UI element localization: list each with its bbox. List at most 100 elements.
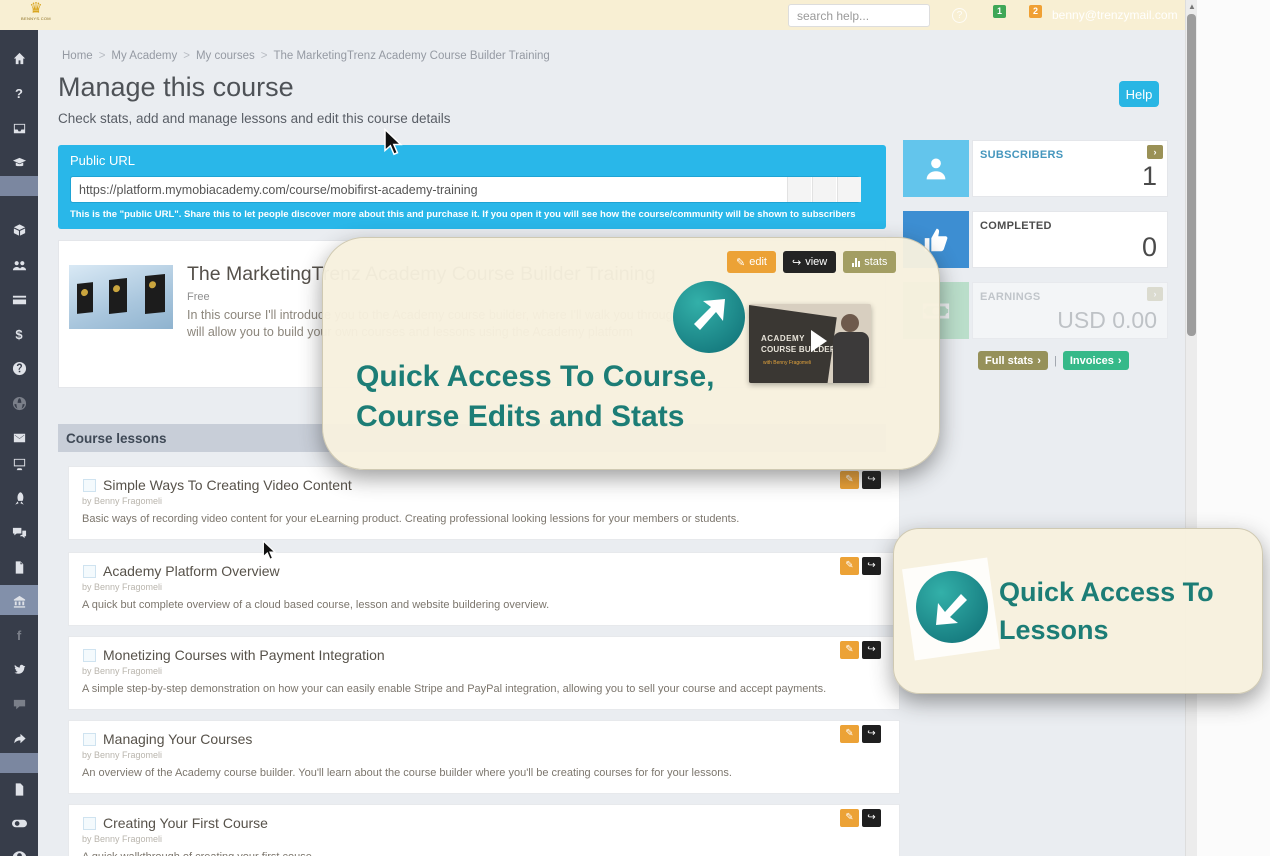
breadcrumb-separator: >: [183, 50, 190, 62]
envelope-icon[interactable]: [0, 427, 38, 447]
pencil-icon: ✎: [736, 256, 745, 269]
public-url-panel: Public URL This is the "public URL". Sha…: [58, 145, 886, 229]
lesson-edit-button[interactable]: ✎: [840, 725, 859, 743]
lesson-view-button[interactable]: ↪: [862, 471, 881, 489]
book-graphic: [145, 274, 165, 314]
notification-badge-green[interactable]: 1: [993, 5, 1006, 18]
full-stats-button[interactable]: Full stats›: [978, 351, 1048, 370]
sidebar-divider: [0, 176, 38, 196]
book-graphic: [109, 278, 127, 314]
lesson-row[interactable]: Creating Your First Course by Benny Frag…: [68, 804, 900, 856]
document-icon[interactable]: [0, 779, 38, 799]
lesson-title[interactable]: Creating Your First Course: [103, 815, 268, 831]
bank-icon[interactable]: [0, 591, 38, 611]
lesson-view-button[interactable]: ↪: [862, 557, 881, 575]
lesson-edit-button[interactable]: ✎: [840, 641, 859, 659]
breadcrumb-my-courses[interactable]: My courses: [196, 50, 255, 62]
lesson-edit-button[interactable]: ✎: [840, 809, 859, 827]
url-share-button[interactable]: [837, 177, 861, 202]
cube-icon[interactable]: [0, 220, 38, 240]
users-icon[interactable]: [0, 255, 38, 275]
lesson-title[interactable]: Simple Ways To Creating Video Content: [103, 477, 352, 493]
lesson-row[interactable]: Simple Ways To Creating Video Content by…: [68, 466, 900, 540]
dollar-icon[interactable]: $: [0, 324, 38, 344]
search-input[interactable]: [788, 4, 930, 27]
lesson-byline: by Benny Fragomeli: [82, 834, 162, 844]
question-circle-icon[interactable]: [0, 358, 38, 378]
lesson-view-button[interactable]: ↪: [862, 641, 881, 659]
lesson-description: An overview of the Academy course builde…: [82, 767, 732, 779]
page-subtitle: Check stats, add and manage lessons and …: [58, 111, 450, 126]
lesson-title[interactable]: Academy Platform Overview: [103, 563, 280, 579]
quick-access-arrow-icon: [916, 571, 988, 643]
course-thumbnail[interactable]: [69, 265, 173, 329]
logo-text: BENNYS.COM: [10, 17, 62, 21]
url-copy-button[interactable]: [787, 177, 811, 202]
home-icon[interactable]: [0, 48, 38, 68]
lesson-checkbox-icon[interactable]: [83, 565, 96, 578]
presenter-graphic: [841, 314, 859, 332]
page-title: Manage this course: [58, 72, 294, 103]
play-icon[interactable]: [811, 330, 827, 352]
callout-lessons-text: Quick Access To Lessons: [999, 573, 1239, 649]
user-email[interactable]: benny@trenzymail.com: [1052, 8, 1178, 22]
rocket-icon[interactable]: [0, 488, 38, 508]
invoices-button[interactable]: Invoices›: [1063, 351, 1129, 370]
chevron-right-icon: ›: [1037, 355, 1041, 367]
url-open-button[interactable]: [812, 177, 836, 202]
earnings-chevron-button[interactable]: ›: [1147, 287, 1163, 301]
lesson-checkbox-icon[interactable]: [83, 817, 96, 830]
lesson-row[interactable]: Monetizing Courses with Payment Integrat…: [68, 636, 900, 710]
file-icon[interactable]: [0, 557, 38, 577]
subscribers-chevron-button[interactable]: ›: [1147, 145, 1163, 159]
course-edit-button[interactable]: ✎edit: [727, 251, 776, 273]
credit-card-icon[interactable]: [0, 289, 38, 309]
toggle-icon[interactable]: [0, 813, 38, 833]
twitter-icon[interactable]: [0, 659, 38, 679]
logo-emblem-icon: ♛: [10, 1, 62, 17]
scrollbar-thumb[interactable]: [1187, 14, 1196, 336]
lesson-checkbox-icon[interactable]: [83, 479, 96, 492]
eye-icon[interactable]: [0, 845, 38, 856]
notification-badge-orange[interactable]: 2: [1029, 5, 1042, 18]
video-thumbnail[interactable]: ACADEMY COURSE BUILDER with Benny Fragom…: [749, 304, 871, 383]
share-icon[interactable]: [0, 728, 38, 748]
public-url-input[interactable]: [70, 176, 860, 203]
breadcrumb-home[interactable]: Home: [62, 50, 93, 62]
comment-icon[interactable]: [0, 694, 38, 714]
help-circle-icon[interactable]: ?: [952, 8, 967, 23]
chevron-right-icon: ›: [1118, 355, 1122, 367]
lesson-edit-button[interactable]: ✎: [840, 471, 859, 489]
topbar: ♛ BENNYS.COM ? 1 2 benny@trenzymail.com: [0, 0, 1197, 30]
stats-buttons-row: Full stats› | Invoices›: [978, 351, 1129, 370]
lesson-checkbox-icon[interactable]: [83, 649, 96, 662]
course-view-button[interactable]: ↪view: [783, 251, 836, 273]
lesson-title[interactable]: Managing Your Courses: [103, 731, 252, 747]
graduation-cap-icon[interactable]: [0, 152, 38, 172]
lesson-view-button[interactable]: ↪: [862, 725, 881, 743]
presenter-graphic: [833, 332, 869, 383]
app-logo[interactable]: ♛ BENNYS.COM: [10, 1, 62, 29]
video-title-line3: with Benny Fragomeli: [763, 360, 811, 366]
lesson-checkbox-icon[interactable]: [83, 733, 96, 746]
subscribers-icon: [903, 140, 969, 197]
lesson-edit-button[interactable]: ✎: [840, 557, 859, 575]
breadcrumb-my-academy[interactable]: My Academy: [111, 50, 177, 62]
book-graphic: [77, 282, 93, 314]
scrollbar-up-arrow[interactable]: ▲: [1188, 2, 1196, 11]
lesson-row[interactable]: Academy Platform Overview by Benny Frago…: [68, 552, 900, 626]
course-stats-button[interactable]: stats: [843, 251, 896, 273]
facebook-icon[interactable]: f: [0, 625, 38, 645]
help-button[interactable]: Help: [1119, 81, 1159, 107]
desktop-icon[interactable]: [0, 453, 38, 473]
inbox-icon[interactable]: [0, 118, 38, 138]
vertical-scrollbar[interactable]: ▲: [1185, 0, 1197, 856]
lesson-row[interactable]: Managing Your Courses by Benny Fragomeli…: [68, 720, 900, 794]
globe-icon[interactable]: [0, 393, 38, 413]
completed-card: COMPLETED 0: [972, 211, 1168, 268]
lesson-view-button[interactable]: ↪: [862, 809, 881, 827]
lesson-title[interactable]: Monetizing Courses with Payment Integrat…: [103, 647, 385, 663]
earnings-label: EARNINGS: [980, 291, 1040, 303]
help-icon[interactable]: ?: [0, 83, 38, 103]
chat-icon[interactable]: [0, 522, 38, 542]
